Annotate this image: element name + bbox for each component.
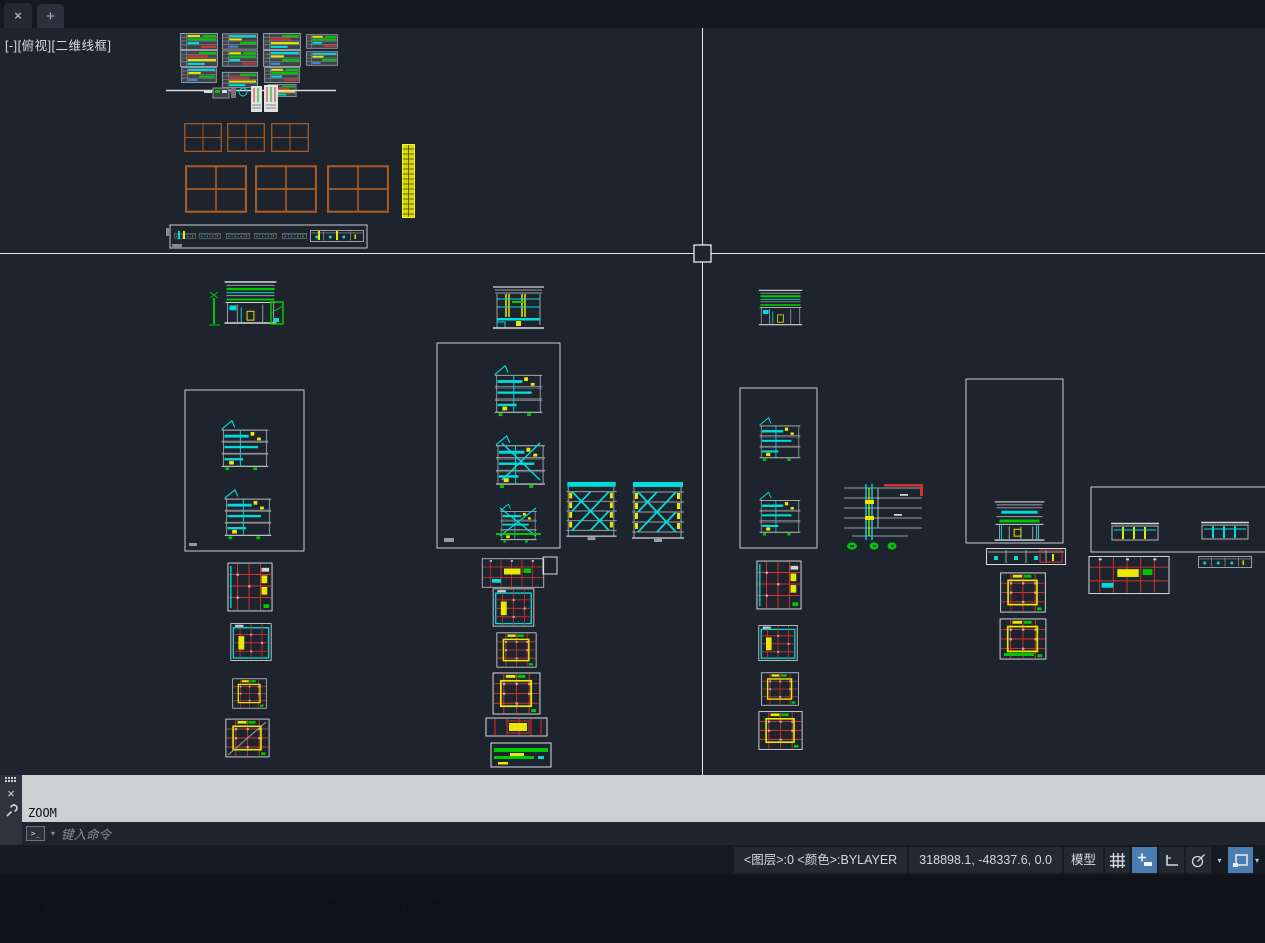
viewport-controls[interactable]: [-][俯视][二维线框] bbox=[5, 35, 112, 54]
polar-tracking-toggle[interactable] bbox=[1186, 847, 1211, 873]
elevation-left[interactable] bbox=[209, 282, 283, 325]
far-right-plans[interactable] bbox=[987, 549, 1066, 660]
command-input-row[interactable]: >_ ▾ 键入命令 bbox=[22, 822, 1265, 845]
snap-toggle[interactable] bbox=[1132, 847, 1157, 873]
plans-column-left[interactable] bbox=[226, 563, 272, 757]
wall-section-detail[interactable] bbox=[844, 484, 923, 550]
dyninput-dropdown-caret-icon[interactable]: ▾ bbox=[1255, 856, 1265, 865]
command-history-line: [全部(A)/中心(C)/动态(D)/范围(E)/上一个(P)/比例(S)/窗口… bbox=[28, 898, 1265, 913]
model-space-toggle[interactable]: 模型 bbox=[1064, 847, 1103, 873]
snap-icon bbox=[1136, 852, 1153, 869]
new-drawing-tab[interactable]: + bbox=[37, 4, 64, 28]
cad-drawing bbox=[0, 28, 1265, 775]
legend-icons-cluster[interactable] bbox=[204, 85, 278, 112]
status-bar: <图层>:0 <颜色>:BYLAYER 318898.1, -48337.6, … bbox=[0, 845, 1265, 875]
dynamic-input-icon bbox=[1232, 852, 1249, 869]
section-frame-center[interactable] bbox=[437, 343, 560, 548]
grid-icon bbox=[1109, 852, 1126, 869]
yellow-dimension-strip[interactable] bbox=[403, 145, 415, 218]
customize-wrench-icon[interactable] bbox=[4, 804, 18, 818]
recent-commands-caret-icon[interactable]: ▾ bbox=[51, 829, 55, 838]
layer-color-readout: <图层>:0 <颜色>:BYLAYER bbox=[734, 847, 907, 873]
pickbox bbox=[694, 245, 711, 262]
crosshatch-sections[interactable] bbox=[566, 482, 684, 542]
section-frame-left[interactable] bbox=[185, 390, 304, 551]
elevation-center[interactable] bbox=[493, 287, 544, 328]
command-line-panel: × ZOOM 指定窗口的角点, 输入比例因子 (nX 或 nXP), 或者 [全… bbox=[0, 775, 1265, 845]
polar-tracking-icon bbox=[1190, 852, 1207, 869]
orange-grids-cluster[interactable] bbox=[185, 124, 388, 212]
detail-strip-row[interactable] bbox=[166, 225, 367, 248]
dynamic-input-toggle[interactable] bbox=[1228, 847, 1253, 873]
tab-close-button[interactable]: × bbox=[4, 3, 32, 28]
command-line-area: ZOOM 指定窗口的角点, 输入比例因子 (nX 或 nXP), 或者 [全部(… bbox=[22, 775, 1265, 845]
grip-dots-icon bbox=[5, 777, 17, 784]
ortho-toggle[interactable] bbox=[1159, 847, 1184, 873]
grid-toggle[interactable] bbox=[1105, 847, 1130, 873]
crosshair-cursor bbox=[0, 28, 1265, 775]
coordinates-readout: 318898.1, -48337.6, 0.0 bbox=[909, 847, 1062, 873]
tall-frame-right[interactable] bbox=[966, 379, 1063, 543]
command-input-placeholder: 键入命令 bbox=[61, 824, 111, 843]
command-panel-grip[interactable]: × bbox=[0, 775, 22, 845]
polar-dropdown-caret-icon[interactable]: ▾ bbox=[1213, 856, 1226, 865]
elevation-right[interactable] bbox=[759, 290, 802, 324]
wide-frame-far-right[interactable] bbox=[1089, 487, 1265, 594]
plans-column-right[interactable] bbox=[757, 561, 802, 749]
autocad-window: × + [-][俯视][二维线框] bbox=[0, 0, 1265, 875]
command-close-icon[interactable]: × bbox=[7, 787, 15, 801]
plans-column-center[interactable] bbox=[482, 557, 557, 767]
command-prompt-icon: >_ bbox=[26, 826, 45, 841]
section-frame-right[interactable] bbox=[740, 388, 817, 548]
ortho-icon bbox=[1163, 852, 1180, 869]
command-history-line: ZOOM bbox=[28, 806, 1265, 821]
command-history: ZOOM 指定窗口的角点, 输入比例因子 (nX 或 nXP), 或者 [全部(… bbox=[22, 775, 1265, 822]
file-tab-bar: × + bbox=[0, 0, 1265, 28]
drawing-canvas[interactable]: [-][俯视][二维线框] bbox=[0, 28, 1265, 775]
